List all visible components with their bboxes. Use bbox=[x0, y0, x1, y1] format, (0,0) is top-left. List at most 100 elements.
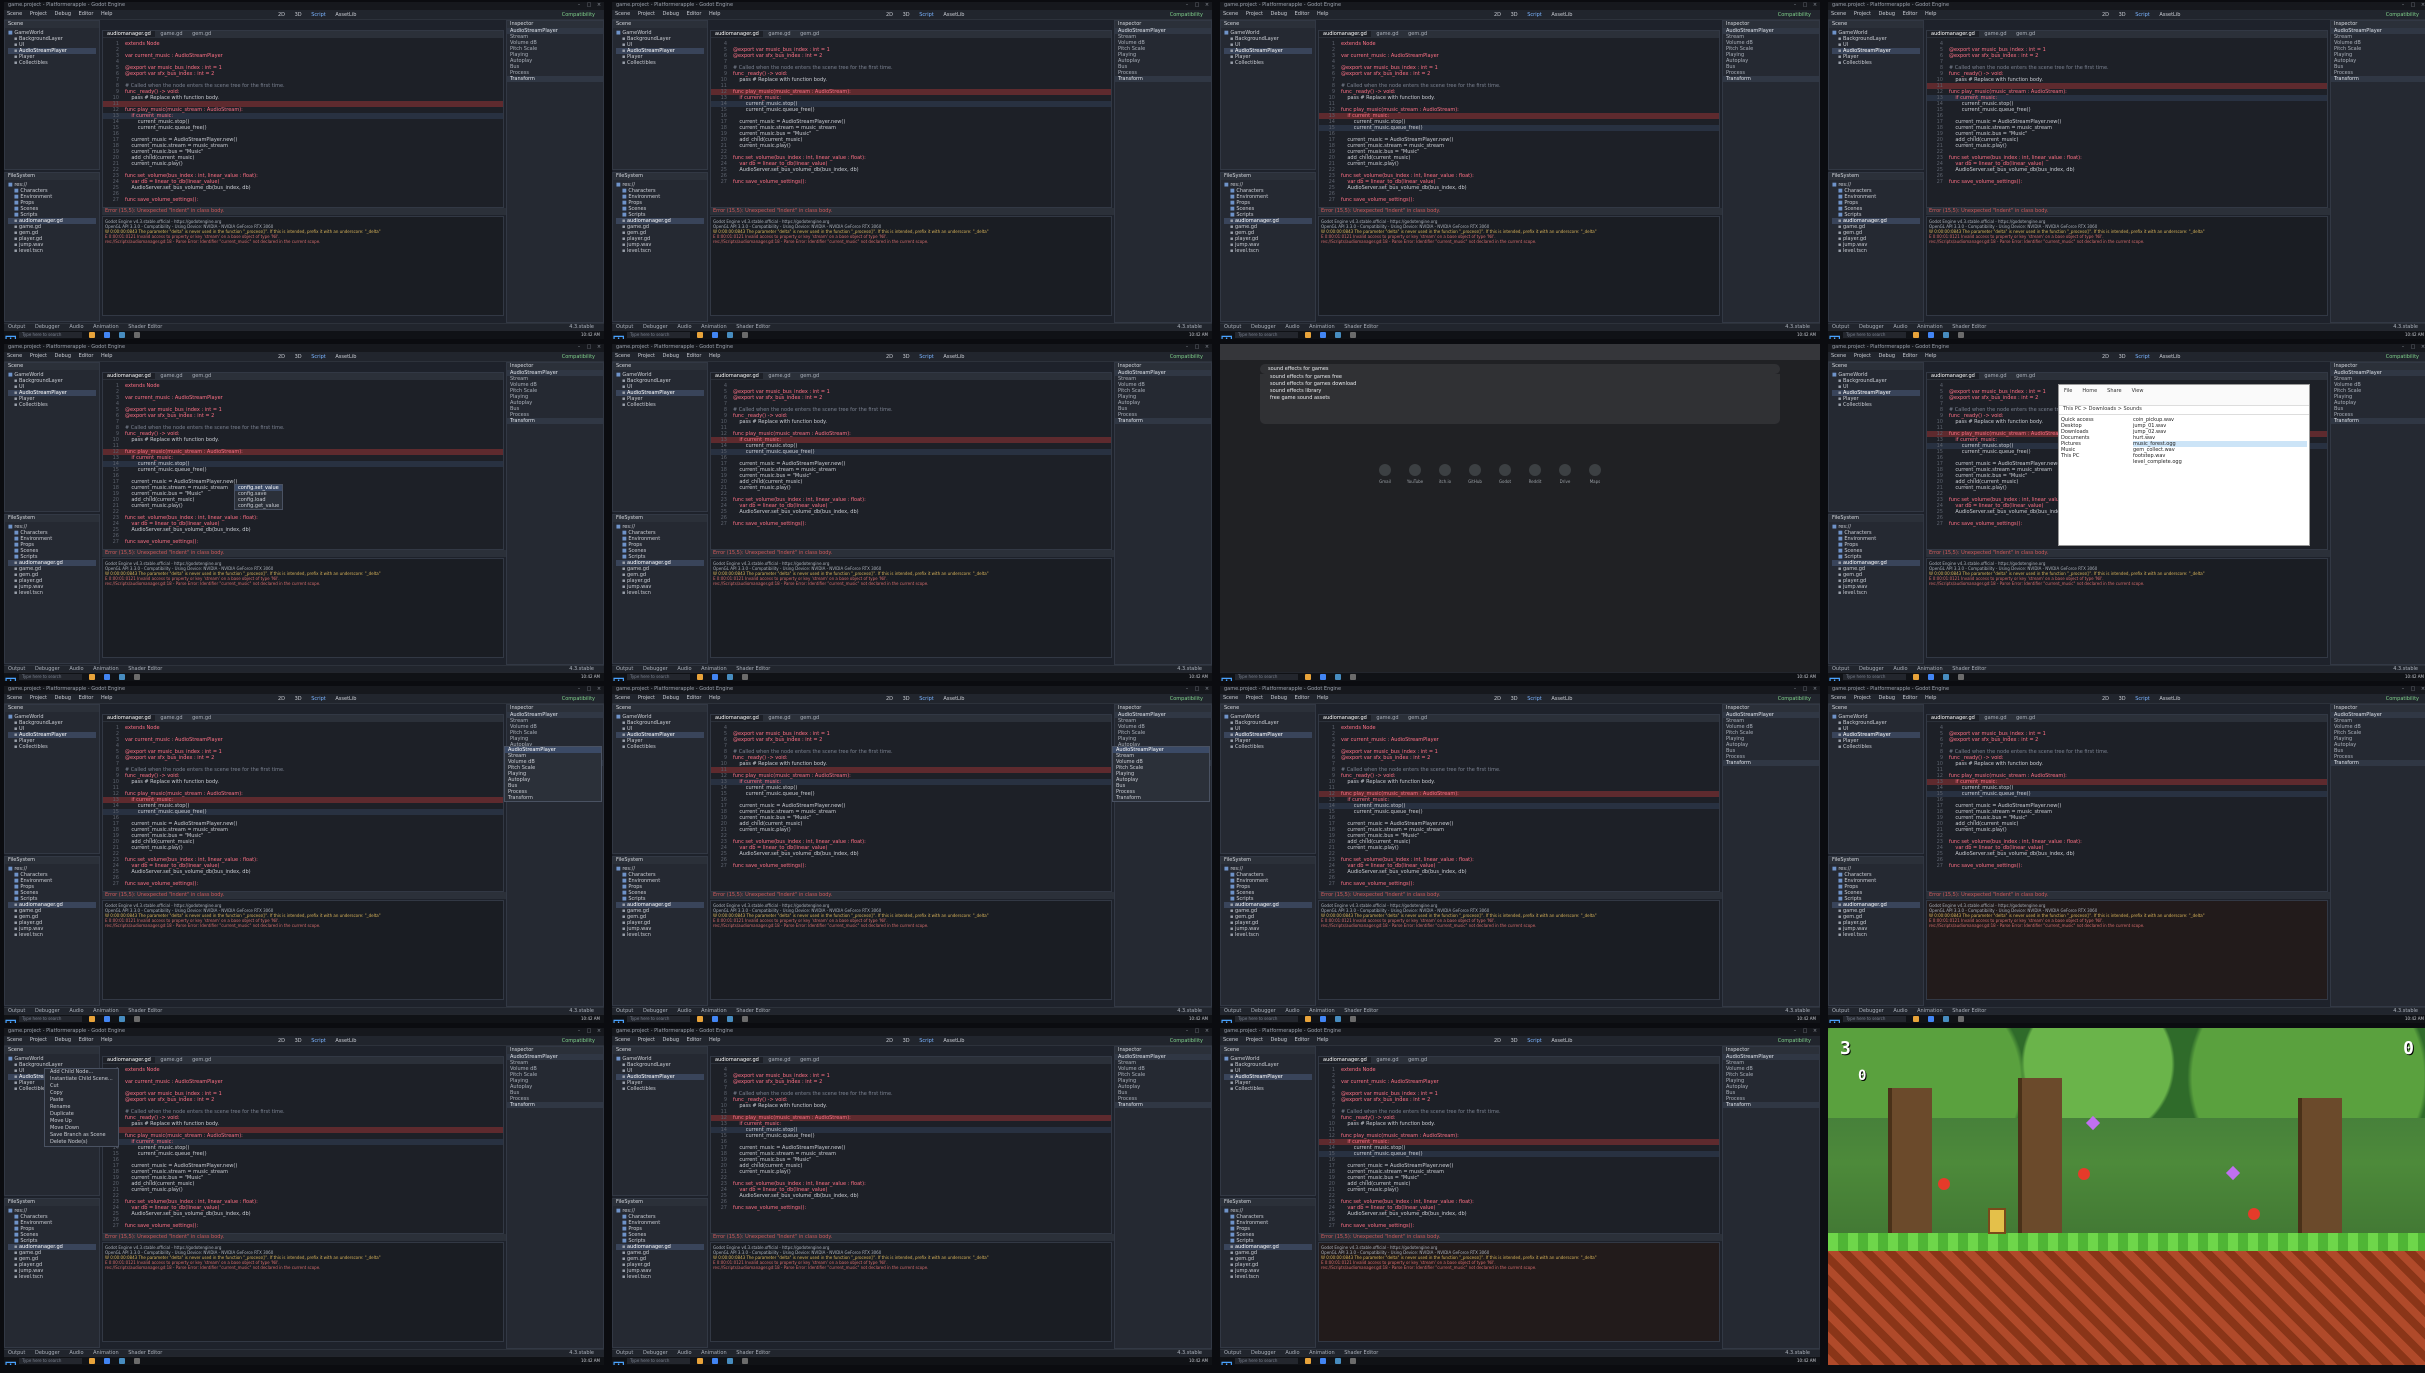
script-tab[interactable]: gem.gd bbox=[188, 1057, 215, 1063]
taskbar-search-input[interactable]: Type here to search bbox=[1235, 674, 1299, 680]
context-menu-item[interactable]: Delete Node(s) bbox=[45, 1139, 118, 1146]
renderer-selector[interactable]: Compatibility bbox=[1775, 1037, 1814, 1045]
menu-item-scene[interactable]: Scene bbox=[1828, 352, 1849, 360]
chrome-icon[interactable] bbox=[104, 1358, 111, 1364]
context-menu-item[interactable]: Save Branch as Scene bbox=[45, 1132, 118, 1139]
minimize-icon[interactable]: – bbox=[1182, 2, 1192, 10]
close-icon[interactable]: × bbox=[2418, 2, 2425, 10]
windows-start-icon[interactable]: ⊞ bbox=[4, 1357, 17, 1365]
taskbar-search-input[interactable]: Type here to search bbox=[19, 1016, 83, 1022]
browser-shortcut[interactable]: GitHub bbox=[1460, 464, 1490, 484]
workspace-2d[interactable]: 2D bbox=[274, 353, 289, 361]
script-tab[interactable]: game.gd bbox=[1980, 715, 2010, 721]
menu-item-editor[interactable]: Editor bbox=[76, 352, 97, 360]
menu-item-editor[interactable]: Editor bbox=[1900, 10, 1921, 18]
menu-item-help[interactable]: Help bbox=[1922, 694, 1939, 702]
close-icon[interactable]: × bbox=[594, 2, 604, 10]
godot-icon[interactable] bbox=[119, 674, 126, 680]
windows-start-icon[interactable]: ⊞ bbox=[612, 1357, 625, 1365]
maximize-icon[interactable]: □ bbox=[2408, 686, 2418, 694]
renderer-selector[interactable]: Compatibility bbox=[559, 1037, 598, 1045]
godot-icon[interactable] bbox=[727, 332, 734, 338]
godot-icon[interactable] bbox=[1335, 1358, 1342, 1364]
close-icon[interactable]: × bbox=[1202, 1028, 1212, 1036]
windows-start-icon[interactable]: ⊞ bbox=[1220, 1357, 1233, 1365]
menu-item-editor[interactable]: Editor bbox=[76, 694, 97, 702]
app-icon[interactable] bbox=[1350, 1016, 1357, 1022]
menu-item-project[interactable]: Project bbox=[635, 352, 658, 360]
menu-item-help[interactable]: Help bbox=[1314, 694, 1331, 702]
file-explorer-icon[interactable] bbox=[89, 1016, 96, 1022]
menu-item-scene[interactable]: Scene bbox=[1220, 10, 1241, 18]
chrome-icon[interactable] bbox=[1928, 332, 1935, 338]
workspace-script[interactable]: Script bbox=[307, 695, 330, 703]
autocomplete-popup[interactable]: config.set_value config.save config.load co… bbox=[234, 484, 284, 510]
chrome-icon[interactable] bbox=[104, 1016, 111, 1022]
context-menu-item[interactable]: Move Up bbox=[45, 1118, 118, 1125]
close-icon[interactable]: × bbox=[1202, 2, 1212, 10]
chrome-icon[interactable] bbox=[104, 332, 111, 338]
minimize-icon[interactable]: – bbox=[2398, 686, 2408, 694]
minimize-icon[interactable]: – bbox=[574, 1028, 584, 1036]
create-node-dialog[interactable]: AudioStreamPlayer Stream Volume dB Pitch Sc… bbox=[1112, 746, 1210, 802]
close-icon[interactable]: × bbox=[1202, 686, 1212, 694]
menu-item-debug[interactable]: Debug bbox=[52, 352, 74, 360]
renderer-selector[interactable]: Compatibility bbox=[559, 695, 598, 703]
workspace-assetlib[interactable]: AssetLib bbox=[331, 11, 360, 19]
inspector-property[interactable]: Transform bbox=[507, 1102, 603, 1108]
app-icon[interactable] bbox=[134, 332, 141, 338]
menu-item-debug[interactable]: Debug bbox=[1876, 10, 1898, 18]
browser-shortcut[interactable]: Maps bbox=[1580, 464, 1610, 484]
menu-item-debug[interactable]: Debug bbox=[1268, 10, 1290, 18]
file-explorer-icon[interactable] bbox=[1913, 1016, 1920, 1022]
script-tab[interactable]: gem.gd bbox=[796, 373, 823, 379]
script-tab[interactable]: audiomanager.gd bbox=[1927, 715, 1979, 721]
maximize-icon[interactable]: □ bbox=[2408, 344, 2418, 352]
inspector-property[interactable]: Transform bbox=[1115, 1102, 1211, 1108]
menu-item-project[interactable]: Project bbox=[1243, 694, 1266, 702]
script-tab[interactable]: gem.gd bbox=[2012, 373, 2039, 379]
create-node-dialog[interactable]: AudioStreamPlayer Stream Volume dB Pitch Sc… bbox=[504, 746, 602, 802]
script-editor[interactable]: audiomanager.gd game.gd gem.gd 1extends … bbox=[102, 372, 504, 550]
godot-icon[interactable] bbox=[1335, 1016, 1342, 1022]
workspace-script[interactable]: Script bbox=[2131, 695, 2154, 703]
ribbon-tab[interactable]: Home bbox=[2080, 387, 2099, 395]
taskbar-search-input[interactable]: Type here to search bbox=[627, 1358, 691, 1364]
menu-item-editor[interactable]: Editor bbox=[684, 352, 705, 360]
workspace-2d[interactable]: 2D bbox=[274, 695, 289, 703]
menu-item-editor[interactable]: Editor bbox=[1292, 694, 1313, 702]
menu-item-debug[interactable]: Debug bbox=[660, 694, 682, 702]
menu-item-project[interactable]: Project bbox=[1243, 10, 1266, 18]
menu-item-project[interactable]: Project bbox=[27, 10, 50, 18]
workspace-script[interactable]: Script bbox=[307, 1037, 330, 1045]
script-tab[interactable]: audiomanager.gd bbox=[103, 373, 155, 379]
workspace-3d[interactable]: 3D bbox=[899, 695, 914, 703]
script-tab[interactable]: audiomanager.gd bbox=[711, 1057, 763, 1063]
workspace-3d[interactable]: 3D bbox=[291, 353, 306, 361]
menu-item-project[interactable]: Project bbox=[1851, 10, 1874, 18]
filesystem-item[interactable]: level.tscn bbox=[1224, 1274, 1312, 1280]
script-tab[interactable]: gem.gd bbox=[1404, 715, 1431, 721]
menu-item-editor[interactable]: Editor bbox=[1900, 352, 1921, 360]
menu-item-scene[interactable]: Scene bbox=[4, 352, 25, 360]
script-editor[interactable]: audiomanager.gd game.gd gem.gd 4 5 @export… bbox=[1926, 714, 2328, 892]
script-tab[interactable]: audiomanager.gd bbox=[103, 715, 155, 721]
workspace-3d[interactable]: 3D bbox=[899, 11, 914, 19]
chrome-icon[interactable] bbox=[712, 674, 719, 680]
windows-start-icon[interactable]: ⊞ bbox=[612, 673, 625, 681]
renderer-selector[interactable]: Compatibility bbox=[1167, 353, 1206, 361]
menu-item-debug[interactable]: Debug bbox=[52, 694, 74, 702]
script-editor[interactable]: audiomanager.gd game.gd gem.gd 4 5 @export… bbox=[1926, 30, 2328, 208]
workspace-assetlib[interactable]: AssetLib bbox=[939, 695, 968, 703]
script-editor[interactable]: audiomanager.gd game.gd gem.gd 4 5 @export… bbox=[710, 1056, 1112, 1234]
browser-shortcut[interactable]: Gmail bbox=[1370, 464, 1400, 484]
filesystem-item[interactable]: level.tscn bbox=[8, 590, 96, 596]
workspace-2d[interactable]: 2D bbox=[2098, 353, 2113, 361]
menu-item-help[interactable]: Help bbox=[98, 352, 115, 360]
renderer-selector[interactable]: Compatibility bbox=[1775, 695, 1814, 703]
menu-item-scene[interactable]: Scene bbox=[4, 1036, 25, 1044]
context-menu-item[interactable]: Copy bbox=[45, 1090, 118, 1097]
script-tab[interactable]: audiomanager.gd bbox=[103, 31, 155, 37]
file-explorer-icon[interactable] bbox=[1305, 332, 1312, 338]
script-tab[interactable]: gem.gd bbox=[796, 31, 823, 37]
